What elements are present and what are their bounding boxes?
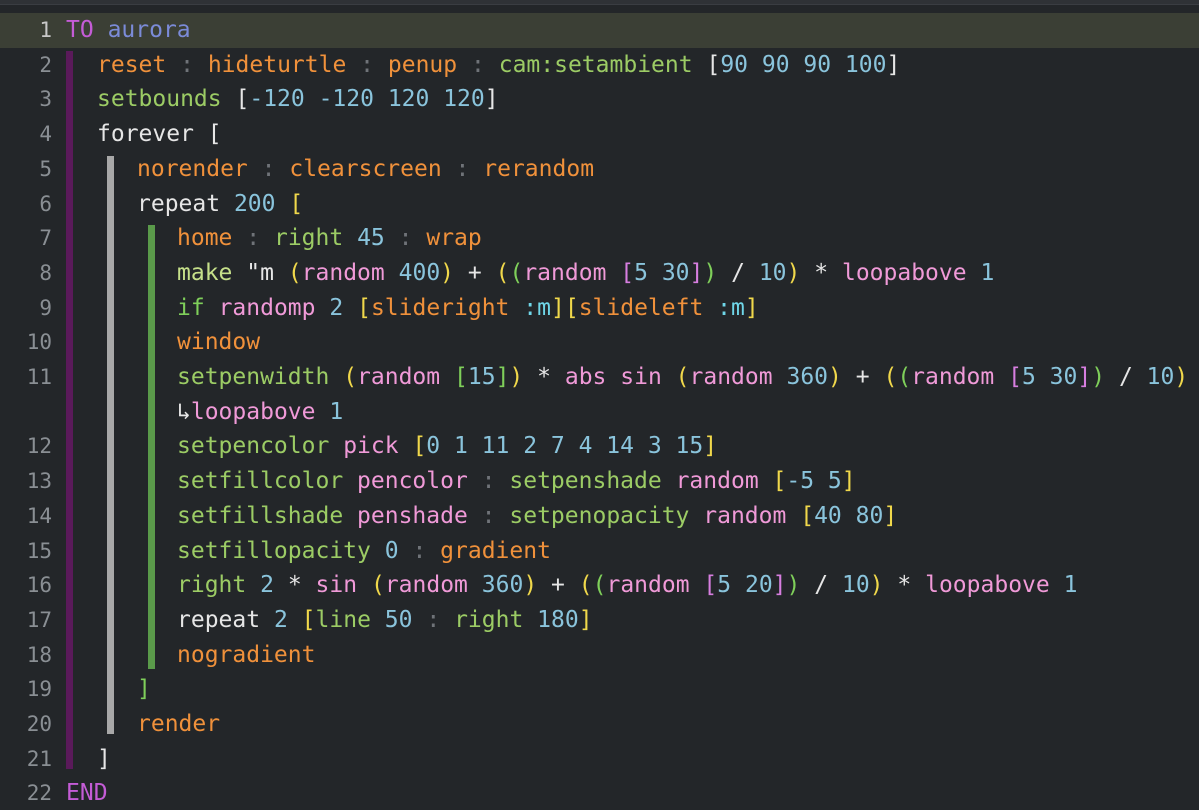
line-number: 9 (39, 295, 52, 320)
code-text[interactable]: right 2 * sin (random 360) + ((random [5… (177, 568, 1077, 603)
line-number: 10 (26, 330, 52, 355)
code-line[interactable]: 4 forever [ (0, 117, 1199, 152)
code-text[interactable]: if randomp 2 [slideright :m][slideleft :… (177, 291, 759, 326)
line-number: 15 (26, 538, 52, 563)
line-number: 17 (26, 607, 52, 632)
code-text[interactable]: window (177, 325, 260, 360)
code-line[interactable]: 14 setfillshade penshade : setpenopacity… (0, 499, 1199, 534)
code-text[interactable]: ↳loopabove 1 (177, 395, 343, 430)
code-line[interactable]: 5 norender : clearscreen : rerandom (0, 152, 1199, 187)
line-number: 3 (39, 87, 52, 112)
code-line[interactable]: 7 home : right 45 : wrap (0, 221, 1199, 256)
code-text[interactable]: setfillopacity 0 : gradient (177, 534, 551, 569)
line-number: 16 (26, 573, 52, 598)
code-line[interactable]: 11 setpenwidth (random [15]) * abs sin (… (0, 360, 1199, 395)
code-line[interactable]: 22 END (0, 776, 1199, 810)
code-text[interactable]: repeat 200 [ (137, 187, 303, 222)
code-text[interactable]: ] (97, 742, 111, 777)
code-editor[interactable]: 1 TO aurora 2 reset : hideturtle : penup… (0, 0, 1199, 810)
line-number: 13 (26, 469, 52, 494)
code-text[interactable]: setfillshade penshade : setpenopacity ra… (177, 499, 897, 534)
code-text[interactable]: reset : hideturtle : penup : cam:setambi… (97, 48, 900, 83)
code-text[interactable]: home : right 45 : wrap (177, 221, 482, 256)
code-line[interactable]: 8 make "m (random 400) + ((random [5 30]… (0, 256, 1199, 291)
code-line[interactable]: 17 repeat 2 [line 50 : right 180] (0, 603, 1199, 638)
code-line[interactable]: 1 TO aurora (0, 13, 1199, 48)
code-line[interactable]: 2 reset : hideturtle : penup : cam:setam… (0, 48, 1199, 83)
line-number: 7 (39, 226, 52, 251)
code-line[interactable]: 16 right 2 * sin (random 360) + ((random… (0, 568, 1199, 603)
code-text[interactable]: forever [ (97, 117, 222, 152)
editor-top-border (0, 0, 1199, 5)
line-number: 11 (26, 365, 52, 389)
code-text[interactable]: make "m (random 400) + ((random [5 30]) … (177, 256, 994, 291)
code-text[interactable]: TO aurora (66, 13, 191, 48)
line-number: 1 (39, 18, 52, 42)
code-text[interactable]: setfillcolor pencolor : setpenshade rand… (177, 464, 856, 499)
line-number: 21 (26, 746, 52, 771)
code-line[interactable]: 3 setbounds [-120 -120 120 120] (0, 82, 1199, 117)
line-number: 4 (39, 122, 52, 147)
line-number: 12 (26, 434, 52, 459)
code-text[interactable]: ] (137, 672, 151, 707)
code-line[interactable]: 10 window (0, 325, 1199, 360)
code-text[interactable]: setpencolor pick [0 1 11 2 7 4 14 3 15] (177, 429, 717, 464)
code-text[interactable]: END (66, 776, 108, 810)
line-number: 8 (39, 260, 52, 285)
line-number: 6 (39, 191, 52, 216)
code-text[interactable]: nogradient (177, 638, 315, 673)
code-text[interactable]: norender : clearscreen : rerandom (137, 152, 594, 187)
code-text[interactable]: render (137, 707, 220, 742)
code-text[interactable]: setbounds [-120 -120 120 120] (97, 82, 499, 117)
line-number: 22 (26, 781, 52, 806)
code-line[interactable]: 19 ] (0, 672, 1199, 707)
line-number: 20 (26, 712, 52, 736)
code-line[interactable]: 15 setfillopacity 0 : gradient (0, 534, 1199, 569)
line-number: 14 (26, 503, 52, 528)
line-number: 18 (26, 642, 52, 667)
code-line[interactable]: 13 setfillcolor pencolor : setpenshade r… (0, 464, 1199, 499)
code-line[interactable]: 9 if randomp 2 [slideright :m][slideleft… (0, 291, 1199, 326)
line-number: 5 (39, 156, 52, 181)
code-line-wrapped[interactable]: ↳loopabove 1 (0, 395, 1199, 430)
code-line[interactable]: 20 render (0, 707, 1199, 742)
line-number: 19 (26, 677, 52, 702)
code-line[interactable]: 21 ] (0, 742, 1199, 777)
code-line[interactable]: 18 nogradient (0, 638, 1199, 673)
code-text[interactable]: repeat 2 [line 50 : right 180] (177, 603, 593, 638)
code-text[interactable]: setpenwidth (random [15]) * abs sin (ran… (177, 360, 1199, 395)
code-line[interactable]: 12 setpencolor pick [0 1 11 2 7 4 14 3 1… (0, 429, 1199, 464)
code-line[interactable]: 6 repeat 200 [ (0, 187, 1199, 222)
line-number: 2 (39, 52, 52, 77)
